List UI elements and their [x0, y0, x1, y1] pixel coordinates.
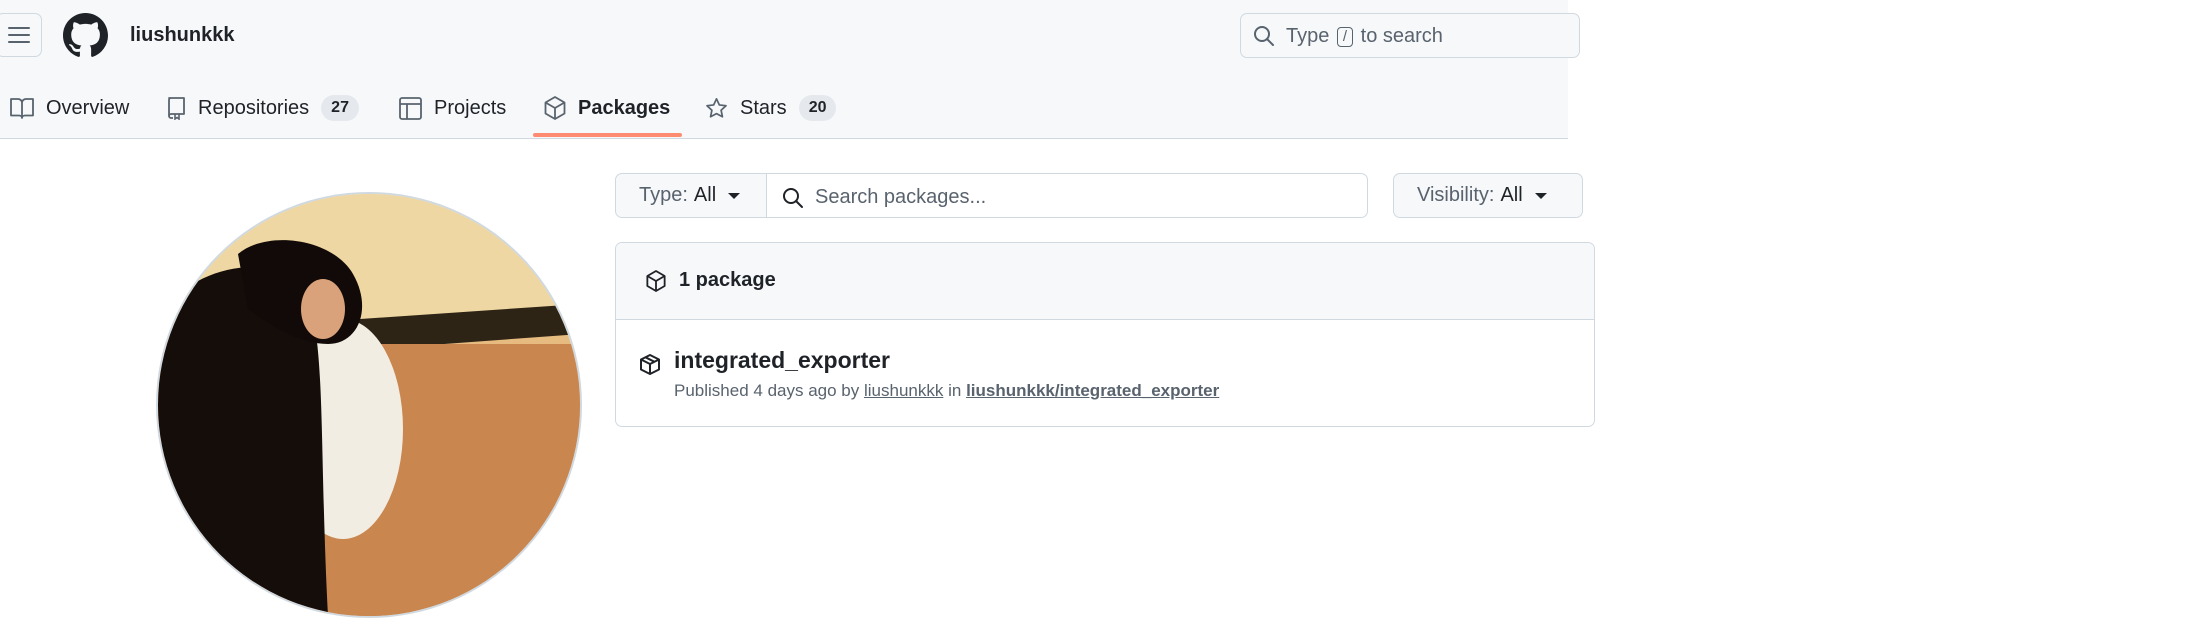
- repo-icon: [168, 97, 185, 120]
- active-tab-indicator: [533, 133, 682, 137]
- tab-repositories[interactable]: Repositories 27: [166, 80, 359, 136]
- caret-down-icon: [1534, 192, 1547, 199]
- tab-stars[interactable]: Stars 20: [705, 80, 837, 136]
- tab-repositories-label: Repositories: [198, 96, 310, 119]
- global-search[interactable]: Type / to search: [1240, 13, 1580, 58]
- tab-packages[interactable]: Packages: [544, 80, 670, 136]
- visibility-filter-dropdown[interactable]: Visibility: All: [1393, 173, 1583, 218]
- package-search: [766, 173, 1368, 218]
- type-filter-dropdown[interactable]: Type: All: [615, 173, 767, 218]
- tab-projects-label: Projects: [434, 96, 507, 119]
- search-hint: Type / to search: [1286, 25, 1443, 48]
- package-meta: Published 4 days ago by liushunkkk in li…: [674, 381, 1219, 401]
- search-hint-prefix: Type: [1286, 25, 1330, 47]
- packages-list: 1 package integrated_exporter Published …: [615, 242, 1595, 427]
- profile-username[interactable]: liushunkkk: [130, 24, 234, 47]
- author-link[interactable]: liushunkkk: [864, 381, 943, 400]
- table-icon: [399, 96, 422, 120]
- package-name-link[interactable]: integrated_exporter: [674, 347, 890, 374]
- type-filter-value: All: [693, 184, 717, 206]
- avatar-photo: [158, 194, 580, 616]
- tab-projects[interactable]: Projects: [399, 80, 506, 136]
- hamburger-icon: [8, 27, 30, 43]
- tab-overview-label: Overview: [46, 96, 130, 119]
- tab-overview[interactable]: Overview: [10, 80, 129, 136]
- profile-avatar[interactable]: [158, 194, 580, 616]
- search-icon: [1254, 26, 1274, 46]
- star-icon: [706, 97, 727, 118]
- tab-stars-label: Stars: [740, 96, 787, 119]
- visibility-filter-label: Visibility:: [1417, 184, 1495, 206]
- visibility-filter-value: All: [1500, 184, 1523, 206]
- github-logo-icon[interactable]: [63, 13, 108, 58]
- stars-count-badge: 20: [798, 95, 837, 121]
- in-text: in: [948, 381, 962, 400]
- search-hint-suffix: to search: [1360, 25, 1443, 47]
- package-search-input[interactable]: [813, 182, 1357, 212]
- search-icon: [783, 188, 803, 208]
- menu-button[interactable]: [0, 13, 42, 57]
- book-icon: [10, 98, 34, 119]
- tab-packages-label: Packages: [578, 96, 671, 119]
- published-text: Published 4 days ago by: [674, 381, 860, 400]
- package-icon: [646, 270, 666, 292]
- app-header: liushunkkk Type / to search Overview Rep…: [0, 0, 1580, 139]
- repositories-count-badge: 27: [321, 95, 359, 121]
- repo-link[interactable]: liushunkkk/integrated_exporter: [966, 381, 1219, 400]
- packages-list-header: 1 package: [616, 243, 1594, 320]
- caret-down-icon: [728, 192, 741, 199]
- package-icon: [544, 96, 566, 120]
- package-icon: [640, 354, 660, 375]
- search-shortcut-key: /: [1336, 27, 1354, 47]
- packages-count: 1 package: [679, 269, 776, 291]
- type-filter-label: Type:: [639, 184, 688, 206]
